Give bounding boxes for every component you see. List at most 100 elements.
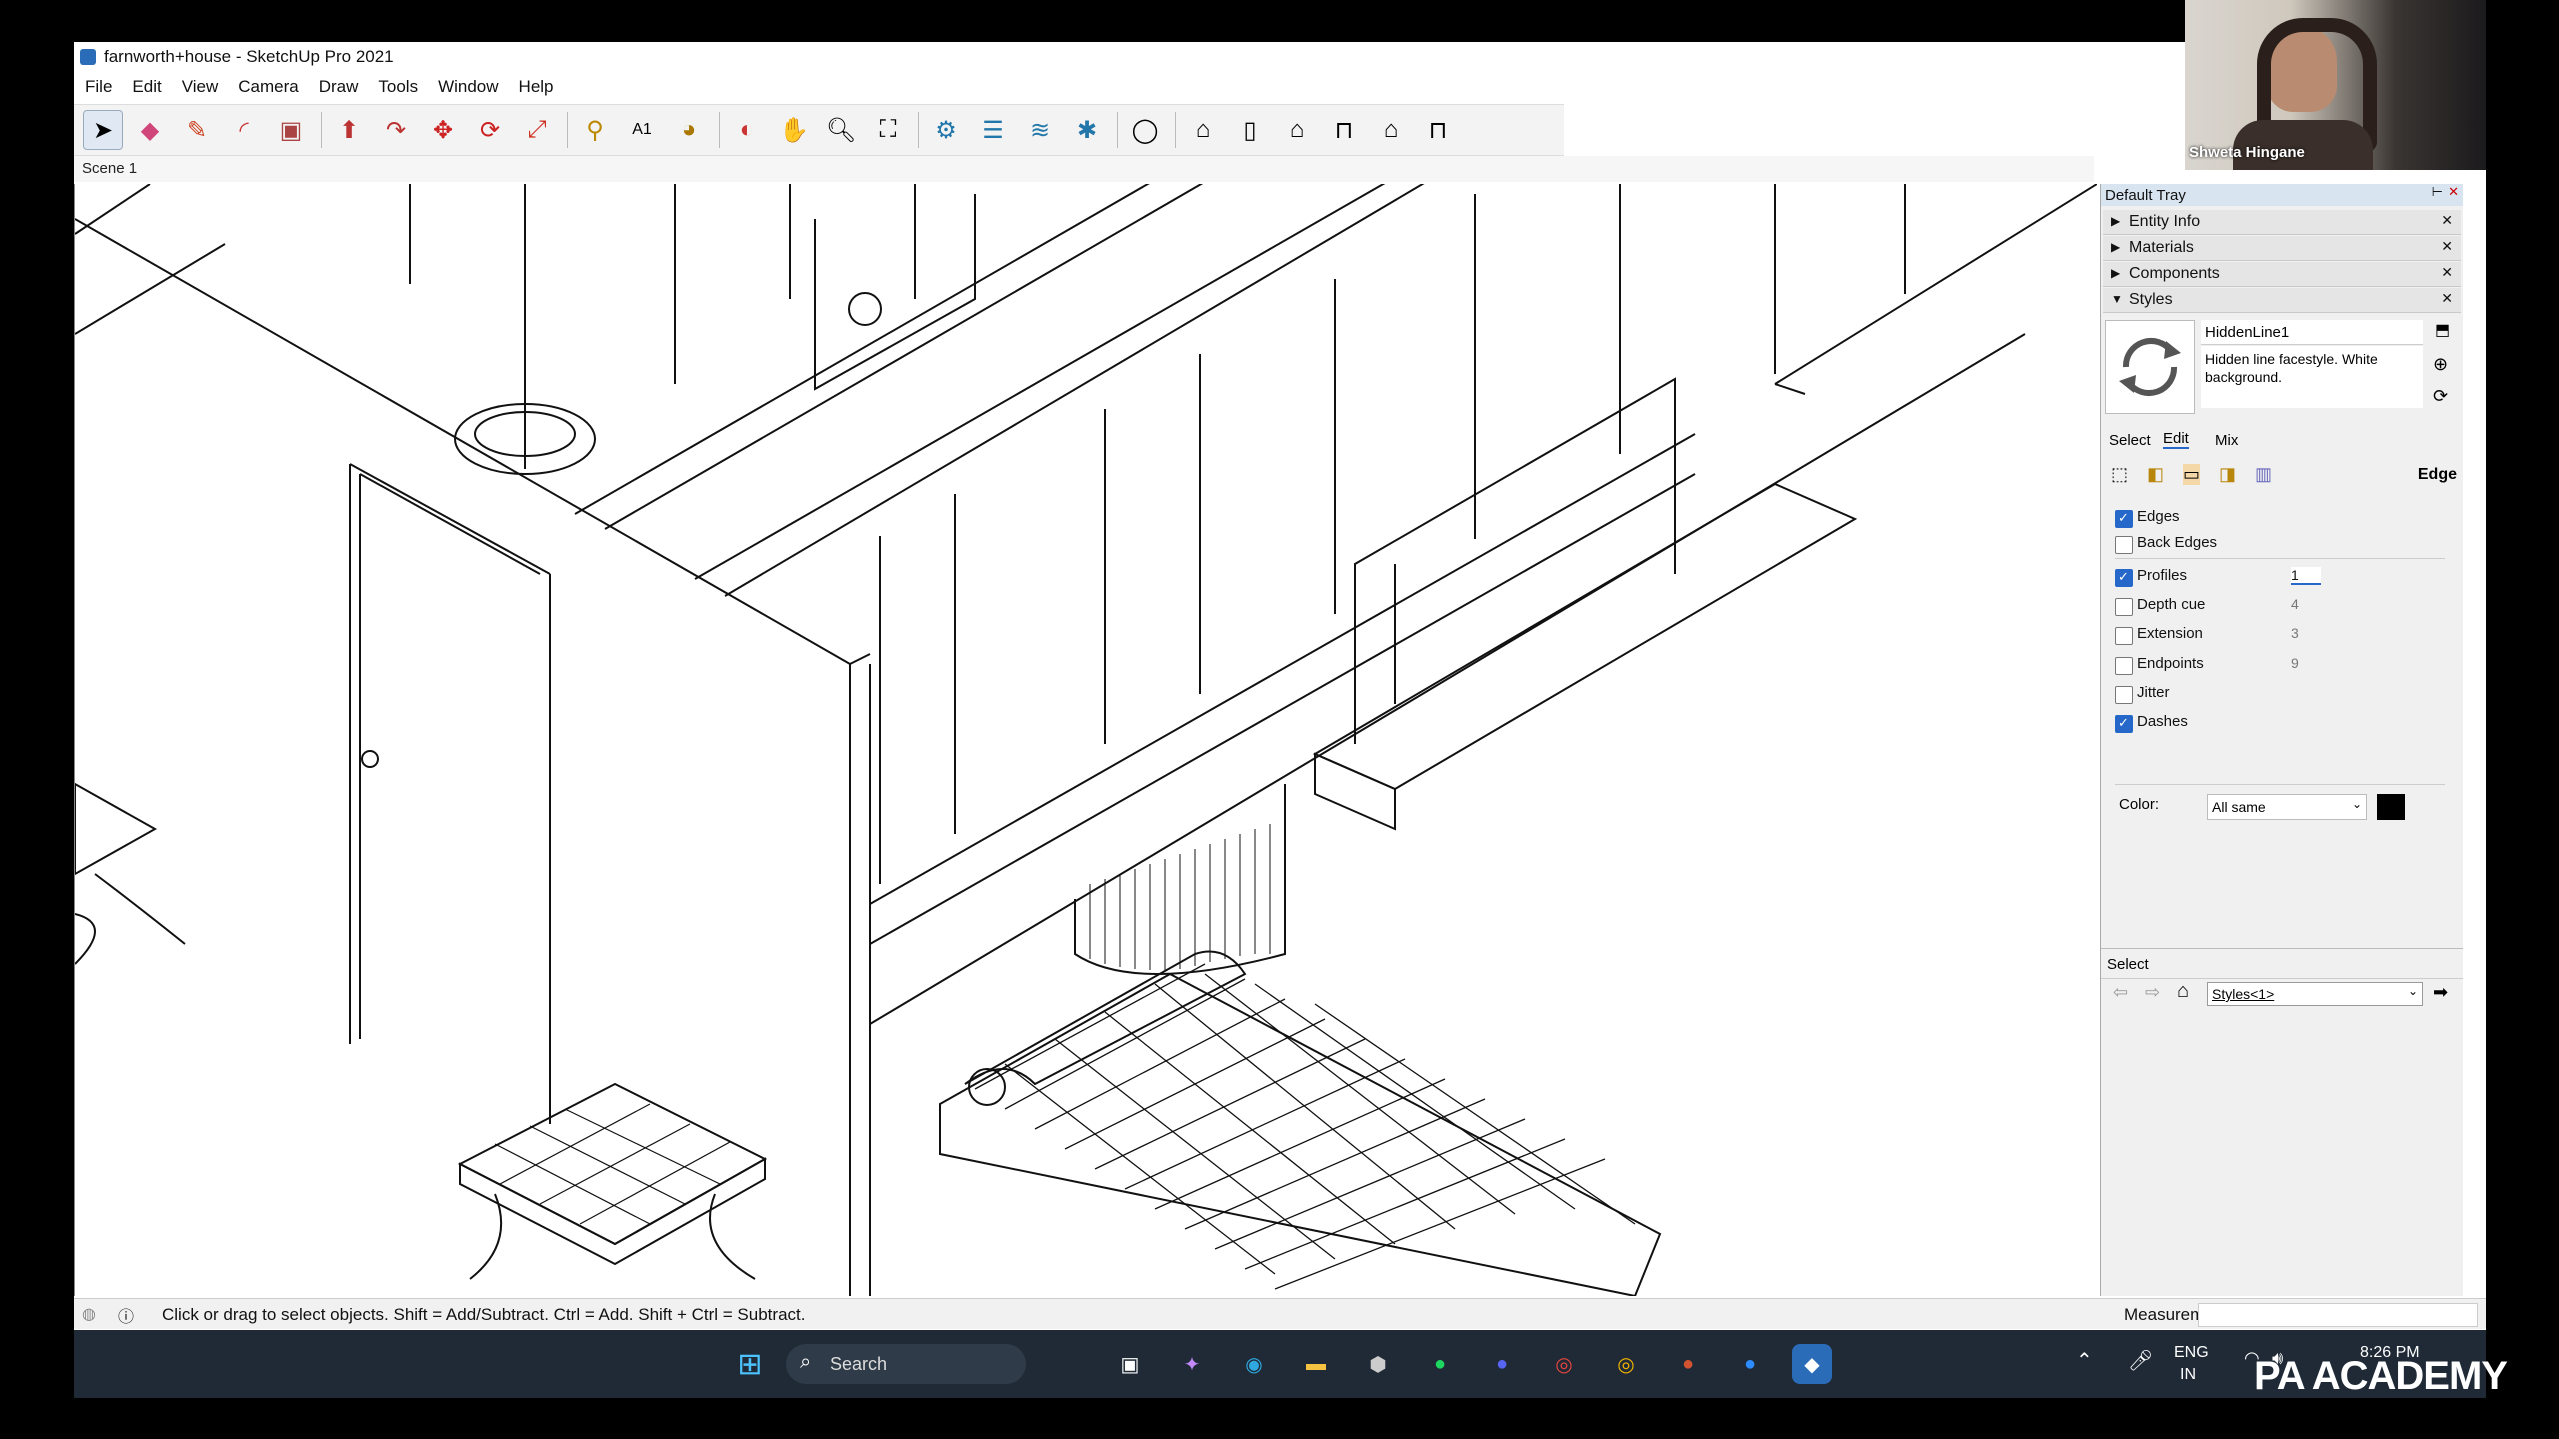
zoom-icon[interactable]: ● (1730, 1344, 1770, 1384)
tape-measure-icon[interactable]: ⚲ (576, 111, 614, 149)
face-settings-icon[interactable]: ◧ (2147, 464, 2164, 485)
color-dropdown[interactable]: All same ⌄ (2207, 794, 2367, 820)
right-view-icon[interactable]: ⊓ (1325, 111, 1363, 149)
discord-icon[interactable]: ● (1482, 1344, 1522, 1384)
obs-icon[interactable]: ⬢ (1358, 1344, 1398, 1384)
chevron-up-icon[interactable]: ⌃ (2076, 1348, 2093, 1373)
geo-location-icon[interactable]: ◍ (82, 1304, 96, 1324)
edge-settings-icon[interactable]: ⬚ (2111, 464, 2128, 485)
dashes-checkbox[interactable] (2115, 715, 2133, 733)
language-code[interactable]: ENG (2174, 1344, 2209, 1362)
section-cut-icon[interactable]: ✱ (1068, 111, 1106, 149)
copilot-icon[interactable]: ✦ (1172, 1344, 1212, 1384)
scale-icon[interactable]: ⤢ (518, 111, 556, 149)
home-icon[interactable]: ⌂ (2177, 980, 2189, 1003)
extension-input[interactable]: 3 (2291, 625, 2299, 641)
back-edges-checkbox[interactable] (2115, 536, 2133, 554)
push-pull-icon[interactable]: ⬆ (330, 111, 368, 149)
section-styles[interactable]: ▼ Styles ✕ (2103, 288, 2461, 313)
menu-tools[interactable]: Tools (378, 77, 418, 97)
zoom-icon[interactable]: 🔍︎ (822, 111, 860, 149)
sketchup-icon[interactable]: ◆ (1792, 1344, 1832, 1384)
close-icon[interactable]: ✕ (2441, 290, 2453, 307)
menu-window[interactable]: Window (438, 77, 498, 97)
file-explorer-icon[interactable]: ▬ (1296, 1344, 1336, 1384)
profiles-checkbox[interactable] (2115, 569, 2133, 587)
zoom-extents-icon[interactable]: ⛶ (869, 111, 907, 149)
search-box[interactable]: ⌕ Search (786, 1344, 1026, 1384)
left-view-icon[interactable]: ⊓ (1419, 111, 1457, 149)
section-entity-info[interactable]: ▶ Entity Info ✕ (2103, 210, 2461, 235)
spotify-icon[interactable]: ● (1420, 1344, 1460, 1384)
back-view-icon[interactable]: ⌂ (1372, 111, 1410, 149)
style-description[interactable]: Hidden line facestyle. White background. (2201, 346, 2423, 408)
endpoints-input[interactable]: 9 (2291, 655, 2299, 671)
chrome-icon[interactable]: ◎ (1544, 1344, 1584, 1384)
tab-select[interactable]: Select (2109, 432, 2151, 449)
section-materials[interactable]: ▶ Materials ✕ (2103, 236, 2461, 261)
styles-collection-dropdown[interactable]: Styles<1> ⌄ (2207, 982, 2423, 1006)
section-plane-icon[interactable]: ⚙ (927, 111, 965, 149)
add-style-icon[interactable]: ⊕ (2433, 354, 2448, 375)
forward-arrow-icon[interactable]: ⇨ (2145, 982, 2160, 1003)
text-icon[interactable]: A1 (623, 111, 661, 149)
task-view-icon[interactable]: ▣ (1110, 1344, 1150, 1384)
pencil-icon[interactable]: ✎ (178, 111, 216, 149)
menu-help[interactable]: Help (519, 77, 554, 97)
edge-icon[interactable]: ◉ (1234, 1344, 1274, 1384)
rotate-icon[interactable]: ⟳ (471, 111, 509, 149)
color-swatch[interactable] (2377, 794, 2405, 820)
microphone-icon[interactable]: 🎤︎ (2128, 1348, 2153, 1373)
select-icon[interactable]: ➤ (83, 110, 123, 150)
user-profile-icon[interactable]: ◯ (1126, 111, 1164, 149)
follow-me-icon[interactable]: ↷ (377, 111, 415, 149)
close-icon[interactable]: ✕ (2441, 264, 2453, 281)
menu-file[interactable]: File (85, 77, 112, 97)
model-viewport[interactable] (74, 184, 2097, 1296)
back-arrow-icon[interactable]: ⇦ (2113, 982, 2128, 1003)
windows-start-icon[interactable]: ⊞ (730, 1344, 770, 1384)
endpoints-checkbox[interactable] (2115, 657, 2133, 675)
background-settings-icon[interactable]: ▭ (2183, 464, 2201, 485)
extension-checkbox[interactable] (2115, 627, 2133, 645)
profiles-width-input[interactable]: 1 (2291, 567, 2321, 585)
rectangle-icon[interactable]: ▣ (272, 111, 310, 149)
jitter-checkbox[interactable] (2115, 686, 2133, 704)
menu-draw[interactable]: Draw (319, 77, 359, 97)
scene-tab[interactable]: Scene 1 (82, 160, 137, 177)
move-icon[interactable]: ✥ (424, 111, 462, 149)
arc-icon[interactable]: ◜ (225, 111, 263, 149)
pan-icon[interactable]: ✋ (775, 111, 813, 149)
section-display-icon[interactable]: ☰ (974, 111, 1012, 149)
section-components[interactable]: ▶ Components ✕ (2103, 262, 2461, 287)
home-view-icon[interactable]: ⌂ (1278, 111, 1316, 149)
front-view-icon[interactable]: ▯ (1231, 111, 1269, 149)
chrome-canary-icon[interactable]: ◎ (1606, 1344, 1646, 1384)
close-icon[interactable]: ✕ (2448, 184, 2459, 200)
tab-edit[interactable]: Edit (2163, 430, 2189, 449)
menu-view[interactable]: View (182, 77, 219, 97)
info-icon[interactable]: ⓘ (118, 1303, 134, 1327)
style-name-field[interactable]: HiddenLine1 (2201, 320, 2423, 345)
region-code[interactable]: IN (2180, 1366, 2196, 1384)
measurements-input[interactable] (2198, 1303, 2478, 1327)
close-icon[interactable]: ✕ (2441, 212, 2453, 229)
edges-checkbox[interactable] (2115, 510, 2133, 528)
watermark-settings-icon[interactable]: ◨ (2219, 464, 2236, 485)
paint-bucket-icon[interactable]: ◕ (670, 111, 708, 149)
iso-view-icon[interactable]: ⌂ (1184, 111, 1222, 149)
eraser-icon[interactable]: ◆ (131, 111, 169, 149)
create-style-icon[interactable]: ⬒ (2435, 320, 2450, 340)
powerpoint-icon[interactable]: ● (1668, 1344, 1708, 1384)
depth-cue-input[interactable]: 4 (2291, 596, 2299, 612)
pin-icon[interactable]: ⊢ (2432, 184, 2443, 200)
section-fill-icon[interactable]: ≋ (1021, 111, 1059, 149)
tab-mix[interactable]: Mix (2215, 432, 2238, 449)
menu-edit[interactable]: Edit (132, 77, 161, 97)
menu-camera[interactable]: Camera (238, 77, 298, 97)
orbit-icon[interactable]: ◐ (728, 111, 766, 149)
details-arrow-icon[interactable]: ➡ (2433, 982, 2448, 1003)
depth-cue-checkbox[interactable] (2115, 598, 2133, 616)
close-icon[interactable]: ✕ (2441, 238, 2453, 255)
modeling-settings-icon[interactable]: ▥ (2255, 464, 2272, 485)
